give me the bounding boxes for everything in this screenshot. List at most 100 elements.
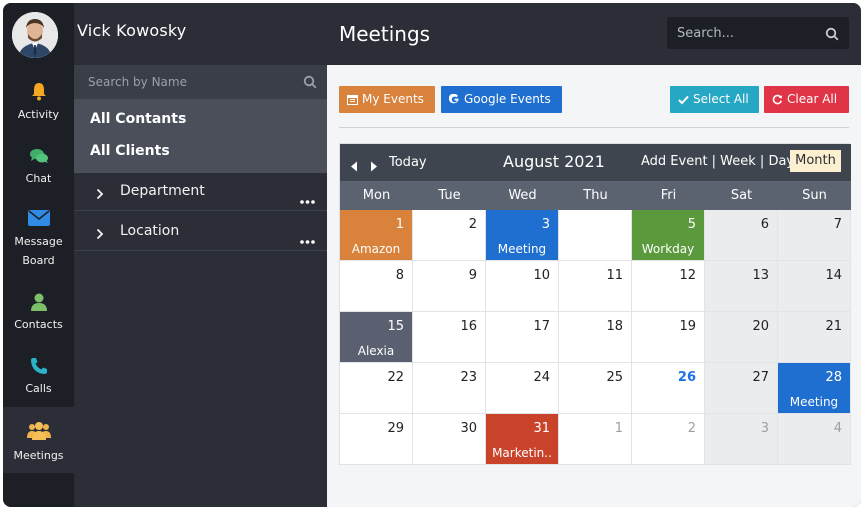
tree-item-location[interactable]: Location [74,213,327,251]
search-icon[interactable] [825,26,839,45]
search-input[interactable] [667,17,817,49]
calendar-day[interactable]: 30 [413,414,486,465]
day-number: 10 [533,268,550,283]
calendar-day[interactable]: 24 [486,363,559,414]
calendar-day[interactable]: 8 [340,261,413,312]
calendar-day[interactable]: 17 [486,312,559,363]
event-label[interactable]: Marketin.. [486,446,558,460]
calendar-day[interactable]: 18 [559,312,632,363]
calendar-day[interactable]: 23 [413,363,486,414]
day-number: 28 [825,370,842,385]
calendar-day[interactable]: 1 [559,414,632,465]
day-number: 25 [606,370,623,385]
calendar-day[interactable]: 22 [340,363,413,414]
chat-icon [29,146,49,166]
calendar-day-event[interactable]: 3 Meeting [486,210,559,261]
my-events-button[interactable]: My Events [339,86,435,113]
day-number: 7 [833,217,842,232]
app-window: Activity Chat Message Board Contacts Cal… [3,3,861,507]
search-icon[interactable] [303,74,317,93]
event-label[interactable]: Meeting [486,242,558,256]
day-number: 2 [468,217,477,232]
calendar-day-event[interactable]: 28 Meeting [778,363,851,414]
calendar-day-event[interactable]: 1 Amazon [340,210,413,261]
calendar-day[interactable]: 2 [413,210,486,261]
rail-activity[interactable]: Activity [3,81,74,141]
calendar-day[interactable]: 16 [413,312,486,363]
calendar-day[interactable]: 7 [778,210,851,261]
group-icon [27,421,51,441]
day-number: 14 [825,268,842,283]
rail-label: Message [14,235,63,248]
rail-label: Board [22,254,55,267]
calendar-day[interactable]: 12 [632,261,705,312]
rail-message-board[interactable]: Message Board [3,209,74,271]
calendar-day[interactable]: 19 [632,312,705,363]
top-search [667,17,849,49]
calendar-day[interactable]: 4 [778,414,851,465]
rail-meetings[interactable]: Meetings [3,407,74,473]
day-number: 21 [825,319,842,334]
weekday-label: Thu [583,188,608,203]
more-icon[interactable] [300,229,315,248]
day-number: 2 [687,421,696,436]
calendar-day[interactable]: 14 [778,261,851,312]
day-number: 9 [468,268,477,283]
day-number: 22 [387,370,404,385]
day-number: 5 [687,217,696,232]
more-icon[interactable] [300,189,315,208]
calendar-toolbar: Today August 2021 Add Event | Week | Day… [340,144,851,181]
calendar-day[interactable]: 13 [705,261,778,312]
avatar[interactable] [12,12,58,58]
day-number: 1 [395,217,404,232]
group-all-clients[interactable]: All Clients [90,143,170,159]
rail-contacts[interactable]: Contacts [3,292,74,352]
calendar-day[interactable]: 20 [705,312,778,363]
select-all-button[interactable]: Select All [670,86,759,113]
next-month-icon[interactable] [370,157,378,176]
weekday-header: Mon Tue Wed Thu Fri Sat Sun [340,181,851,210]
calendar-day[interactable]: 10 [486,261,559,312]
check-icon [678,88,689,115]
today-button[interactable]: Today [389,155,427,170]
google-events-button[interactable]: Google Events [441,86,562,113]
event-label[interactable]: Workday [632,242,704,256]
contacts-panel: All Contants All Clients Department Loca… [74,65,327,507]
previous-month-icon[interactable] [350,157,358,176]
my-events-label: My Events [362,92,424,106]
google-icon [448,88,460,115]
calendar-day[interactable]: 25 [559,363,632,414]
calendar-day[interactable]: 6 [705,210,778,261]
calendar-day[interactable]: 11 [559,261,632,312]
calendar-day[interactable]: 29 [340,414,413,465]
clear-all-button[interactable]: Clear All [764,86,849,113]
tree-item-department[interactable]: Department [74,173,327,211]
day-number: 3 [760,421,769,436]
calendar-day[interactable]: 26 [632,363,705,414]
chevron-right-icon[interactable] [96,225,104,244]
contact-groups: All Contants All Clients [74,99,327,173]
event-label[interactable]: Meeting [778,395,850,409]
calendar-day-event[interactable]: 31 Marketin.. [486,414,559,465]
calendar-day-event[interactable]: 15 Alexia [340,312,413,363]
event-label[interactable]: Amazon [340,242,412,256]
calendar-day-event[interactable]: 5 Workday [632,210,705,261]
calendar-day[interactable] [559,210,632,261]
name-search-input[interactable] [74,65,327,99]
calendar-day[interactable]: 2 [632,414,705,465]
group-all-contacts[interactable]: All Contants [90,111,186,127]
view-links[interactable]: Add Event | Week | Day [641,154,794,169]
calendar-day[interactable]: 21 [778,312,851,363]
month-view-button[interactable]: Month [790,150,841,172]
calendar-day[interactable]: 27 [705,363,778,414]
day-number: 3 [541,217,550,232]
rail-chat[interactable]: Chat [3,146,74,206]
calendar-day[interactable]: 3 [705,414,778,465]
chevron-right-icon[interactable] [96,185,104,204]
event-label[interactable]: Alexia [340,344,412,358]
select-all-label: Select All [693,92,749,106]
day-number: 24 [533,370,550,385]
calendar-day[interactable]: 9 [413,261,486,312]
day-number: 12 [679,268,696,283]
rail-label: Activity [17,108,60,121]
